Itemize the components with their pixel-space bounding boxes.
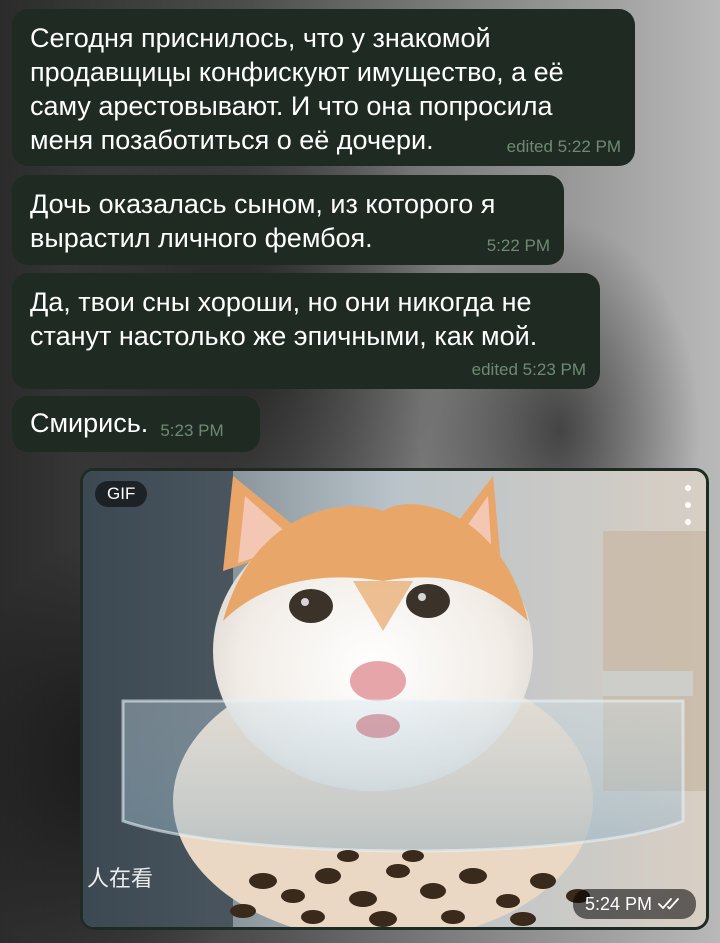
more-vertical-icon[interactable]: [678, 485, 698, 525]
gif-badge: GIF: [95, 481, 148, 507]
message-bubble[interactable]: Да, твои сны хороши, но они никогда не с…: [12, 273, 600, 389]
double-check-icon: [658, 898, 679, 910]
message-timestamp: edited 5:23 PM: [471, 360, 586, 379]
gif-message[interactable]: GIF 人在看 5:24 PM: [80, 468, 709, 930]
gif-timestamp-pill: 5:24 PM: [572, 889, 696, 919]
message-timestamp: edited 5:22 PM: [506, 137, 621, 156]
message-bubble[interactable]: Смирись. 5:23 PM: [12, 396, 260, 452]
gif-timestamp: 5:24 PM: [584, 894, 652, 914]
gif-watermark: 人在看: [87, 867, 154, 892]
message-bubble[interactable]: Дочь оказалась сыном, из которого я выра…: [12, 175, 564, 265]
gif-cat-image: [83, 471, 706, 927]
message-timestamp: 5:22 PM: [486, 236, 550, 255]
message-text: Да, твои сны хороши, но они никогда не с…: [30, 287, 538, 351]
message-text: Дочь оказалась сыном, из которого я выра…: [30, 189, 496, 253]
message-bubble[interactable]: Сегодня приснилось, что у знакомой прода…: [12, 9, 635, 166]
message-timestamp: 5:23 PM: [160, 421, 224, 440]
message-text: Смирись.: [30, 408, 149, 438]
